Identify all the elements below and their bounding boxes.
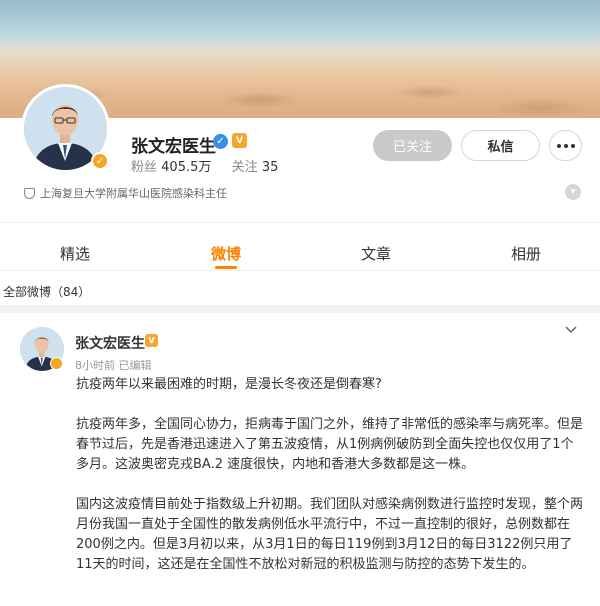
section-divider: [0, 305, 600, 313]
post-vip-badge-icon: V: [145, 334, 158, 347]
vip-badge-icon: V: [232, 133, 247, 148]
tab-weibo[interactable]: 微博: [211, 243, 241, 264]
post-body: 抗疫两年以来最困难的时期，是漫长冬夜还是倒春寒? 抗疫两年多，全国同心协力，拒病…: [76, 375, 584, 595]
profile-tabs: 精选 微博 文章 相册: [0, 235, 600, 269]
message-button[interactable]: 私信: [461, 130, 540, 161]
post-menu-chevron-icon[interactable]: [564, 322, 578, 336]
followed-button[interactable]: 已关注: [373, 130, 452, 161]
post-meta: 8小时前 已编辑: [75, 357, 152, 373]
profile-stats: 粉丝 405.5万 关注 35: [131, 156, 278, 175]
verified-check-icon: ✓: [213, 134, 228, 149]
tab-featured[interactable]: 精选: [60, 243, 90, 264]
verified-badge-icon: ✓: [91, 152, 109, 170]
post-author-name[interactable]: 张文宏医生: [75, 333, 145, 353]
post-paragraph: 抗疫两年多，全国同心协力，拒病毒于国门之外，维持了非常低的感染率与病死率。但是春…: [76, 417, 584, 472]
following-count[interactable]: 35: [262, 160, 279, 175]
tab-articles[interactable]: 文章: [361, 243, 391, 264]
expand-chevron-icon[interactable]: ▾: [565, 184, 581, 200]
profile-bio: 上海复旦大学附属华山医院感染科主任: [24, 185, 227, 201]
following-label: 关注: [231, 160, 258, 175]
divider: [0, 270, 600, 271]
shield-icon: [24, 187, 35, 199]
profile-name: 张文宏医生: [131, 137, 216, 157]
fans-count[interactable]: 405.5万: [161, 160, 211, 175]
post-paragraph: 抗疫两年以来最困难的时期，是漫长冬夜还是倒春寒?: [76, 377, 382, 392]
tab-albums[interactable]: 相册: [511, 243, 541, 264]
post-time[interactable]: 8小时前: [75, 359, 115, 372]
all-posts-count[interactable]: 全部微博（84）: [3, 283, 90, 300]
post-edited: 已编辑: [118, 359, 152, 372]
active-tab-indicator: [215, 266, 237, 269]
post-paragraph: 国内这波疫情目前处于指数级上升初期。我们团队对感染病例数进行监控时发现，整个两月…: [76, 497, 584, 572]
fans-label: 粉丝: [131, 160, 158, 175]
divider: [0, 222, 600, 223]
post-verified-badge-icon: [50, 357, 63, 370]
more-dots-icon[interactable]: [549, 130, 582, 161]
bio-text: 上海复旦大学附属华山医院感染科主任: [40, 187, 227, 200]
banner-sky: [0, 0, 600, 45]
